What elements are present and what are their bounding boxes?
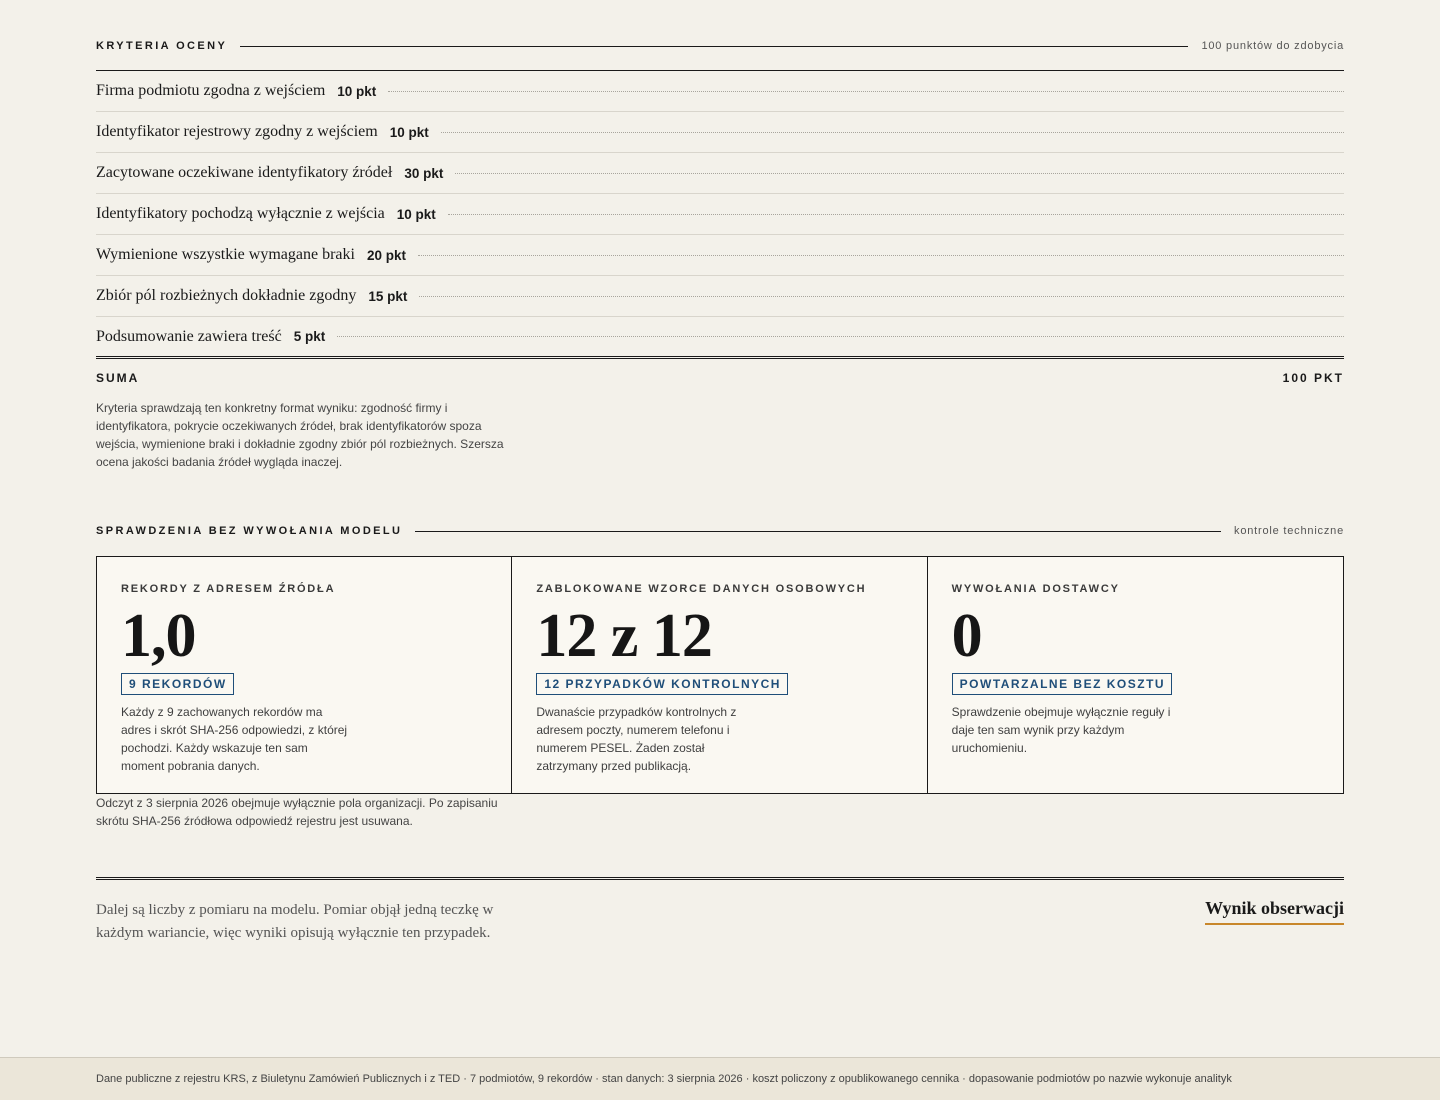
- dotted-leader: [388, 90, 1344, 92]
- card-text: Sprawdzenie obejmuje wyłącznie reguły i …: [951, 705, 1171, 755]
- dotted-leader: [440, 131, 1344, 133]
- criteria-points: 15 pkt: [368, 288, 408, 304]
- criteria-label: Firma podmiotu zgodna z wejściem: [96, 82, 326, 99]
- observation-result-link[interactable]: Wynik obserwacji: [1205, 898, 1344, 925]
- checks-header: SPRAWDZENIA BEZ WYWOŁANIA MODELU kontrol…: [96, 521, 1344, 541]
- footer-text: Dane publiczne z rejestru KRS, z Biulety…: [96, 1073, 1232, 1085]
- checks-note: kontrole techniczne: [1234, 525, 1344, 537]
- dotted-leader: [455, 172, 1344, 174]
- observation-divider: [96, 877, 1344, 880]
- check-card-source-records: REKORDY Z ADRESEM ŹRÓDŁA 1,0 9 REKORDÓW …: [97, 557, 513, 793]
- criteria-label: Zacytowane oczekiwane identyfikatory źró…: [96, 164, 393, 181]
- dotted-leader: [419, 295, 1344, 297]
- sum-value: 100 PKT: [1282, 371, 1344, 385]
- criteria-header: KRYTERIA OCENY 100 punktów do zdobycia: [96, 36, 1344, 56]
- card-value: 12 z 12: [536, 602, 713, 670]
- dotted-leader: [418, 254, 1344, 256]
- criteria-description: Kryteria sprawdzają ten konkretny format…: [96, 401, 504, 469]
- card-value: 0: [951, 602, 983, 670]
- page-footer: Dane publiczne z rejestru KRS, z Biulety…: [0, 1057, 1440, 1100]
- criteria-points: 30 pkt: [404, 165, 444, 181]
- criteria-label: Podsumowanie zawiera treść: [96, 327, 282, 345]
- card-title: WYWOŁANIA DOSTAWCY: [951, 583, 1120, 595]
- checks-cards: REKORDY Z ADRESEM ŹRÓDŁA 1,0 9 REKORDÓW …: [96, 556, 1344, 794]
- checks-title: SPRAWDZENIA BEZ WYWOŁANIA MODELU: [96, 525, 403, 537]
- criteria-row: Identyfikator rejestrowy zgodny z wejści…: [96, 112, 1344, 153]
- dotted-leader: [447, 213, 1344, 215]
- observation-intro: Dalej są liczby z pomiaru na modelu. Pom…: [96, 902, 494, 941]
- criteria-points: 10 pkt: [396, 206, 436, 222]
- checks-header-rule: [415, 530, 1222, 532]
- card-badge: 12 PRZYPADKÓW KONTROLNYCH: [536, 673, 788, 695]
- checks-footnote: Odczyt z 3 sierpnia 2026 obejmuje wyłącz…: [96, 796, 498, 828]
- card-value: 1,0: [121, 602, 197, 670]
- criteria-points: 5 pkt: [293, 329, 326, 344]
- criteria-row: Zacytowane oczekiwane identyfikatory źró…: [96, 153, 1344, 194]
- criteria-row: Wymienione wszystkie wymagane braki 20 p…: [96, 235, 1344, 276]
- criteria-list: Firma podmiotu zgodna z wejściem 10 pkt …: [96, 70, 1344, 359]
- criteria-points: 10 pkt: [337, 83, 377, 99]
- criteria-row: Podsumowanie zawiera treść 5 pkt: [96, 317, 1344, 359]
- dotted-leader: [337, 336, 1344, 337]
- criteria-note: 100 punktów do zdobycia: [1201, 40, 1344, 52]
- criteria-points: 20 pkt: [366, 247, 406, 263]
- card-badge: 9 REKORDÓW: [121, 673, 234, 695]
- criteria-row: Zbiór pól rozbieżnych dokładnie zgodny 1…: [96, 276, 1344, 317]
- criteria-row: Firma podmiotu zgodna z wejściem 10 pkt: [96, 71, 1344, 112]
- criteria-label: Identyfikatory pochodzą wyłącznie z wejś…: [96, 205, 385, 222]
- card-text: Każdy z 9 zachowanych rekordów ma adres …: [121, 705, 348, 773]
- criteria-title: KRYTERIA OCENY: [96, 40, 228, 52]
- card-badge: POWTARZALNE BEZ KOSZTU: [951, 673, 1173, 695]
- criteria-sum-row: SUMA 100 PKT: [96, 371, 1344, 385]
- card-text: Dwanaście przypadków kontrolnych z adres…: [536, 705, 737, 773]
- criteria-label: Wymienione wszystkie wymagane braki: [96, 246, 355, 263]
- check-card-blocked-patterns: ZABLOKOWANE WZORCE DANYCH OSOBOWYCH 12 z…: [512, 557, 928, 793]
- criteria-label: Identyfikator rejestrowy zgodny z wejści…: [96, 123, 378, 140]
- sum-label: SUMA: [96, 371, 140, 385]
- criteria-header-rule: [240, 45, 1189, 47]
- check-card-provider-calls: WYWOŁANIA DOSTAWCY 0 POWTARZALNE BEZ KOS…: [928, 557, 1343, 793]
- criteria-label: Zbiór pól rozbieżnych dokładnie zgodny: [96, 287, 357, 304]
- criteria-row: Identyfikatory pochodzą wyłącznie z wejś…: [96, 194, 1344, 235]
- card-title: ZABLOKOWANE WZORCE DANYCH OSOBOWYCH: [536, 583, 867, 595]
- criteria-points: 10 pkt: [389, 124, 429, 140]
- card-title: REKORDY Z ADRESEM ŹRÓDŁA: [121, 583, 336, 595]
